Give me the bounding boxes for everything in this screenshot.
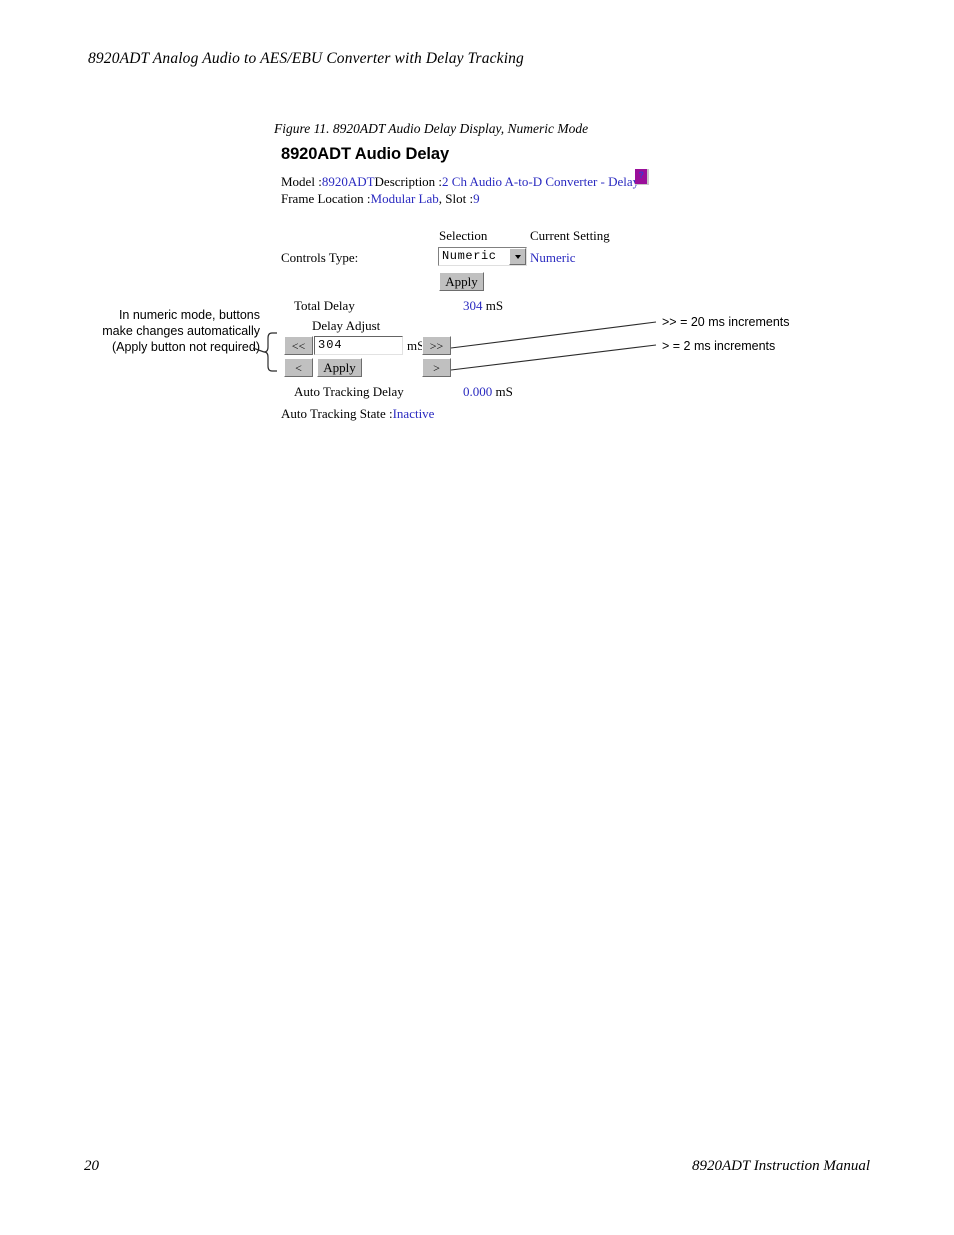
fine-leader-line: [450, 344, 657, 371]
controls-type-selected-value: Numeric: [442, 249, 497, 263]
description-value: 2 Ch Audio A-to-D Converter - Delay: [442, 174, 640, 189]
controls-type-apply-button[interactable]: Apply: [439, 272, 484, 291]
coarse-leader-line: [450, 321, 657, 349]
total-delay-unit: mS: [482, 298, 504, 313]
controls-type-select[interactable]: Numeric: [438, 247, 527, 266]
chevron-down-icon[interactable]: [509, 248, 526, 265]
delay-increment-coarse-button[interactable]: >>: [422, 336, 451, 355]
total-delay-label: Total Delay: [294, 298, 355, 313]
auto-tracking-state-label: Auto Tracking State :: [281, 406, 393, 421]
footer-page-number: 20: [84, 1158, 99, 1174]
delay-adjust-label: Delay Adjust: [312, 318, 381, 333]
delay-increment-fine-button[interactable]: >: [422, 358, 451, 377]
frame-location-line: Frame Location :Modular Lab, Slot :9: [281, 190, 701, 207]
column-header-current-setting: Current Setting: [530, 228, 610, 243]
panel-title: 8920ADT Audio Delay: [281, 145, 450, 163]
controls-type-select-wrap: Numeric: [438, 247, 527, 266]
auto-tracking-delay-label: Auto Tracking Delay: [294, 384, 404, 399]
auto-tracking-state-value: Inactive: [392, 406, 435, 421]
annotation-fine-increment: > = 2 ms increments: [662, 339, 776, 353]
frame-location-value: Modular Lab: [370, 191, 439, 206]
delay-decrement-fine-button[interactable]: <: [284, 358, 313, 377]
help-icon[interactable]: ?: [635, 169, 650, 185]
footer-manual-title: 8920ADT Instruction Manual: [691, 1158, 870, 1174]
annotation-left-note: In numeric mode, buttons make changes au…: [102, 308, 260, 354]
manual-page: 8920ADT Analog Audio to AES/EBU Converte…: [0, 0, 954, 1235]
figure-caption: Figure 11. 8920ADT Audio Delay Display, …: [274, 121, 589, 136]
delay-decrement-coarse-button[interactable]: <<: [284, 336, 313, 355]
total-delay-number: 304: [463, 298, 483, 313]
frame-location-label: Frame Location :: [281, 191, 371, 206]
delay-adjust-input[interactable]: 304: [314, 336, 403, 355]
auto-tracking-delay-unit: mS: [492, 384, 513, 399]
delay-adjust-apply-button[interactable]: Apply: [317, 358, 362, 377]
running-header: 8920ADT Analog Audio to AES/EBU Converte…: [88, 50, 524, 67]
column-header-selection: Selection: [439, 228, 488, 243]
description-label: Description :: [374, 174, 443, 189]
left-brace-icon: [263, 332, 277, 372]
web-ui-screenshot: 8920ADT Audio Delay Model :8920ADTDescri…: [281, 145, 701, 207]
controls-type-current-setting: Numeric: [530, 250, 576, 265]
model-value: 8920ADT: [321, 174, 375, 189]
controls-type-label: Controls Type:: [281, 250, 359, 265]
annotation-coarse-increment: >> = 20 ms increments: [662, 315, 790, 329]
auto-tracking-state-line: Auto Tracking State :Inactive: [281, 406, 434, 422]
slot-label: , Slot :: [438, 191, 474, 206]
auto-tracking-delay-value: 0.000 mS: [463, 384, 513, 400]
total-delay-value: 304 mS: [463, 298, 503, 314]
model-line: Model :8920ADTDescription :2 Ch Audio A-…: [281, 169, 701, 190]
model-label: Model :: [281, 174, 322, 189]
auto-tracking-delay-number: 0.000: [463, 384, 493, 399]
identity-block: Model :8920ADTDescription :2 Ch Audio A-…: [281, 169, 701, 207]
slot-value: 9: [473, 191, 480, 206]
